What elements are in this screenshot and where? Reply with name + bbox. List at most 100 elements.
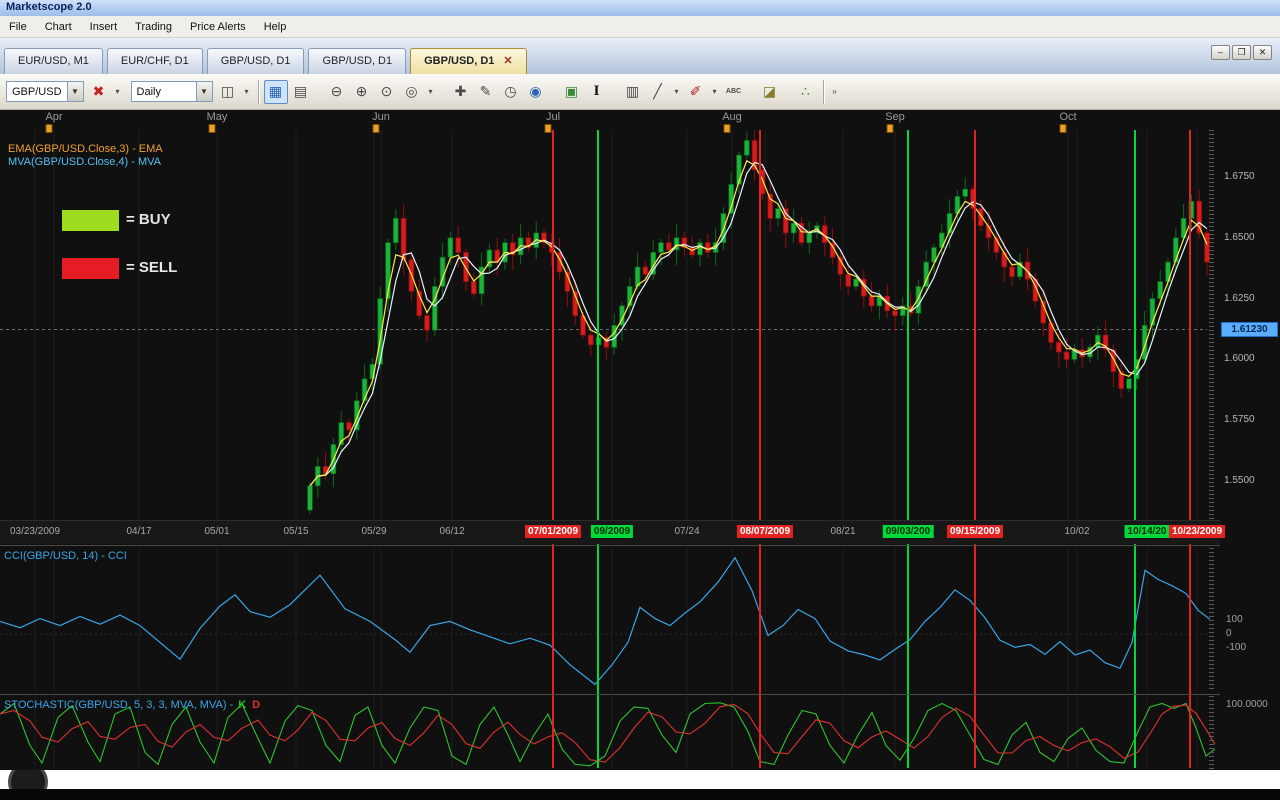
- text-tool-icon[interactable]: I: [585, 80, 609, 104]
- month-marker-icon: [887, 124, 894, 133]
- month-marker-icon: [209, 124, 216, 133]
- symbol-menu-arrow-icon[interactable]: ▾: [112, 80, 124, 104]
- sell-color-swatch: [62, 258, 119, 279]
- annotate-icon[interactable]: ✎: [474, 80, 498, 104]
- mva-legend-label: MVA(GBP/USD.Close,4) - MVA: [8, 156, 161, 168]
- ema-legend-label: EMA(GBP/USD.Close,3) - EMA: [8, 143, 163, 155]
- date-label: 05/29: [358, 525, 389, 538]
- current-price-badge: 1.61230: [1221, 322, 1278, 337]
- tab-1-eur-chf-d1[interactable]: EUR/CHF, D1: [107, 48, 203, 74]
- date-label: 08/21: [827, 525, 858, 538]
- stochastic-label-main: STOCHASTIC(GBP/USD, 5, 3, 3, MVA, MVA) -: [4, 699, 233, 711]
- tab-label: EUR/CHF, D1: [121, 55, 189, 67]
- period-dropdown-icon[interactable]: ▼: [196, 82, 212, 101]
- stochastic-scale-ruler: [1209, 696, 1214, 770]
- image-icon[interactable]: ▣: [560, 80, 584, 104]
- zoom-in-icon[interactable]: ⊕: [350, 80, 374, 104]
- candle-style-arrow-icon[interactable]: ▾: [241, 80, 253, 104]
- menu-chart[interactable]: Chart: [36, 18, 81, 36]
- stochastic-label: STOCHASTIC(GBP/USD, 5, 3, 3, MVA, MVA) -…: [4, 699, 260, 711]
- tab-label: GBP/USD, D1: [322, 55, 392, 67]
- period-value: Daily: [132, 86, 196, 98]
- buy-signal-line: [597, 130, 599, 768]
- sell-legend-text: = SELL: [126, 259, 177, 276]
- date-label: 09/15/2009: [947, 525, 1003, 538]
- month-label: Apr: [45, 111, 62, 123]
- toolbar-overflow-icon[interactable]: »: [829, 80, 841, 104]
- window-controls: –❐✕: [1211, 45, 1272, 60]
- symbol-combo[interactable]: GBP/USD ▼: [6, 81, 84, 102]
- draw-line-icon[interactable]: ╱: [646, 80, 670, 104]
- indicator-icon[interactable]: ▥: [621, 80, 645, 104]
- date-label: 03/23/2009: [7, 525, 63, 538]
- tab-3-gbp-usd-d1[interactable]: GBP/USD, D1: [308, 48, 406, 74]
- marker-icon[interactable]: ✐: [684, 80, 708, 104]
- time-tool-icon[interactable]: ◷: [499, 80, 523, 104]
- date-label: 07/01/2009: [525, 525, 581, 538]
- month-marker-icon: [724, 124, 731, 133]
- restore-button[interactable]: ❐: [1232, 45, 1251, 60]
- data-window-icon[interactable]: ▤: [289, 80, 313, 104]
- month-marker-icon: [46, 124, 53, 133]
- tab-label: GBP/USD, D1: [424, 55, 494, 67]
- cci-scale-ruler: [1209, 548, 1214, 692]
- tab-label: GBP/USD, D1: [221, 55, 291, 67]
- hide-symbol-icon[interactable]: ✖: [87, 80, 111, 104]
- tab-list: EUR/USD, M1EUR/CHF, D1GBP/USD, D1GBP/USD…: [4, 48, 531, 74]
- menu-trading[interactable]: Trading: [126, 18, 181, 36]
- tab-2-gbp-usd-d1[interactable]: GBP/USD, D1: [207, 48, 305, 74]
- date-label: 07/24: [671, 525, 702, 538]
- month-marker-icon: [373, 124, 380, 133]
- buy-signal-line: [1134, 130, 1136, 768]
- menu-file[interactable]: File: [0, 18, 36, 36]
- tab-label: EUR/USD, M1: [18, 55, 89, 67]
- zoom-area-icon[interactable]: ⊙: [375, 80, 399, 104]
- main-chart-canvas[interactable]: [0, 130, 1220, 520]
- zoom-menu-arrow-icon[interactable]: ▾: [425, 80, 437, 104]
- toolbar-group-symbol: ✖▾: [87, 80, 124, 104]
- cci-chart-canvas[interactable]: [0, 548, 1220, 692]
- date-label: 10/14/20: [1125, 525, 1170, 538]
- month-label: Oct: [1059, 111, 1076, 123]
- price-axis-label: 1.6500: [1224, 232, 1255, 243]
- zoom-reset-icon[interactable]: ◎: [400, 80, 424, 104]
- menu-price-alerts[interactable]: Price Alerts: [181, 18, 255, 36]
- price-axis-label: 1.5750: [1224, 414, 1255, 425]
- symbol-dropdown-icon[interactable]: ▼: [67, 82, 83, 101]
- month-label: May: [207, 111, 228, 123]
- web-link-icon[interactable]: ◉: [524, 80, 548, 104]
- period-combo[interactable]: Daily ▼: [131, 81, 213, 102]
- date-label: 10/02: [1061, 525, 1092, 538]
- minimize-button[interactable]: –: [1211, 45, 1230, 60]
- symbol-value: GBP/USD: [7, 86, 67, 98]
- menu-bar: FileChartInsertTradingPrice AlertsHelp: [0, 16, 1280, 38]
- tab-close-icon[interactable]: ✕: [503, 55, 512, 67]
- date-axis[interactable]: 03/23/200904/1705/0105/1505/2906/1207/24…: [0, 520, 1220, 544]
- zoom-out-icon[interactable]: ⊖: [325, 80, 349, 104]
- structure-icon[interactable]: ∴: [794, 80, 818, 104]
- stochastic-axis-top: 100.0000: [1226, 699, 1268, 710]
- marker-arrow-icon[interactable]: ▾: [709, 80, 721, 104]
- tab-4-gbp-usd-d1[interactable]: GBP/USD, D1 ✕: [410, 48, 527, 74]
- draw-line-arrow-icon[interactable]: ▾: [671, 80, 683, 104]
- chart-window-icon[interactable]: ▦: [264, 80, 288, 104]
- tab-0-eur-usd-m1[interactable]: EUR/USD, M1: [4, 48, 103, 74]
- spellcheck-icon[interactable]: ABC: [722, 80, 746, 104]
- date-label: 09/03/200: [883, 525, 934, 538]
- window-title: Marketscope 2.0: [6, 1, 92, 13]
- crosshair-icon[interactable]: ✚: [449, 80, 473, 104]
- close-button[interactable]: ✕: [1253, 45, 1272, 60]
- eraser-icon[interactable]: ◪: [758, 80, 782, 104]
- menu-insert[interactable]: Insert: [81, 18, 127, 36]
- cci-axis-label: -100: [1226, 642, 1246, 653]
- date-label: 05/01: [201, 525, 232, 538]
- candle-style-icon[interactable]: ◫: [216, 80, 240, 104]
- bottom-black-bar: [0, 789, 1280, 800]
- date-label: 05/15: [280, 525, 311, 538]
- date-label: 09/2009: [591, 525, 633, 538]
- sell-signal-line: [1189, 130, 1191, 768]
- cci-axis-label: 0: [1226, 628, 1232, 639]
- menu-help[interactable]: Help: [255, 18, 296, 36]
- price-axis-label: 1.6000: [1224, 353, 1255, 364]
- date-label: 04/17: [123, 525, 154, 538]
